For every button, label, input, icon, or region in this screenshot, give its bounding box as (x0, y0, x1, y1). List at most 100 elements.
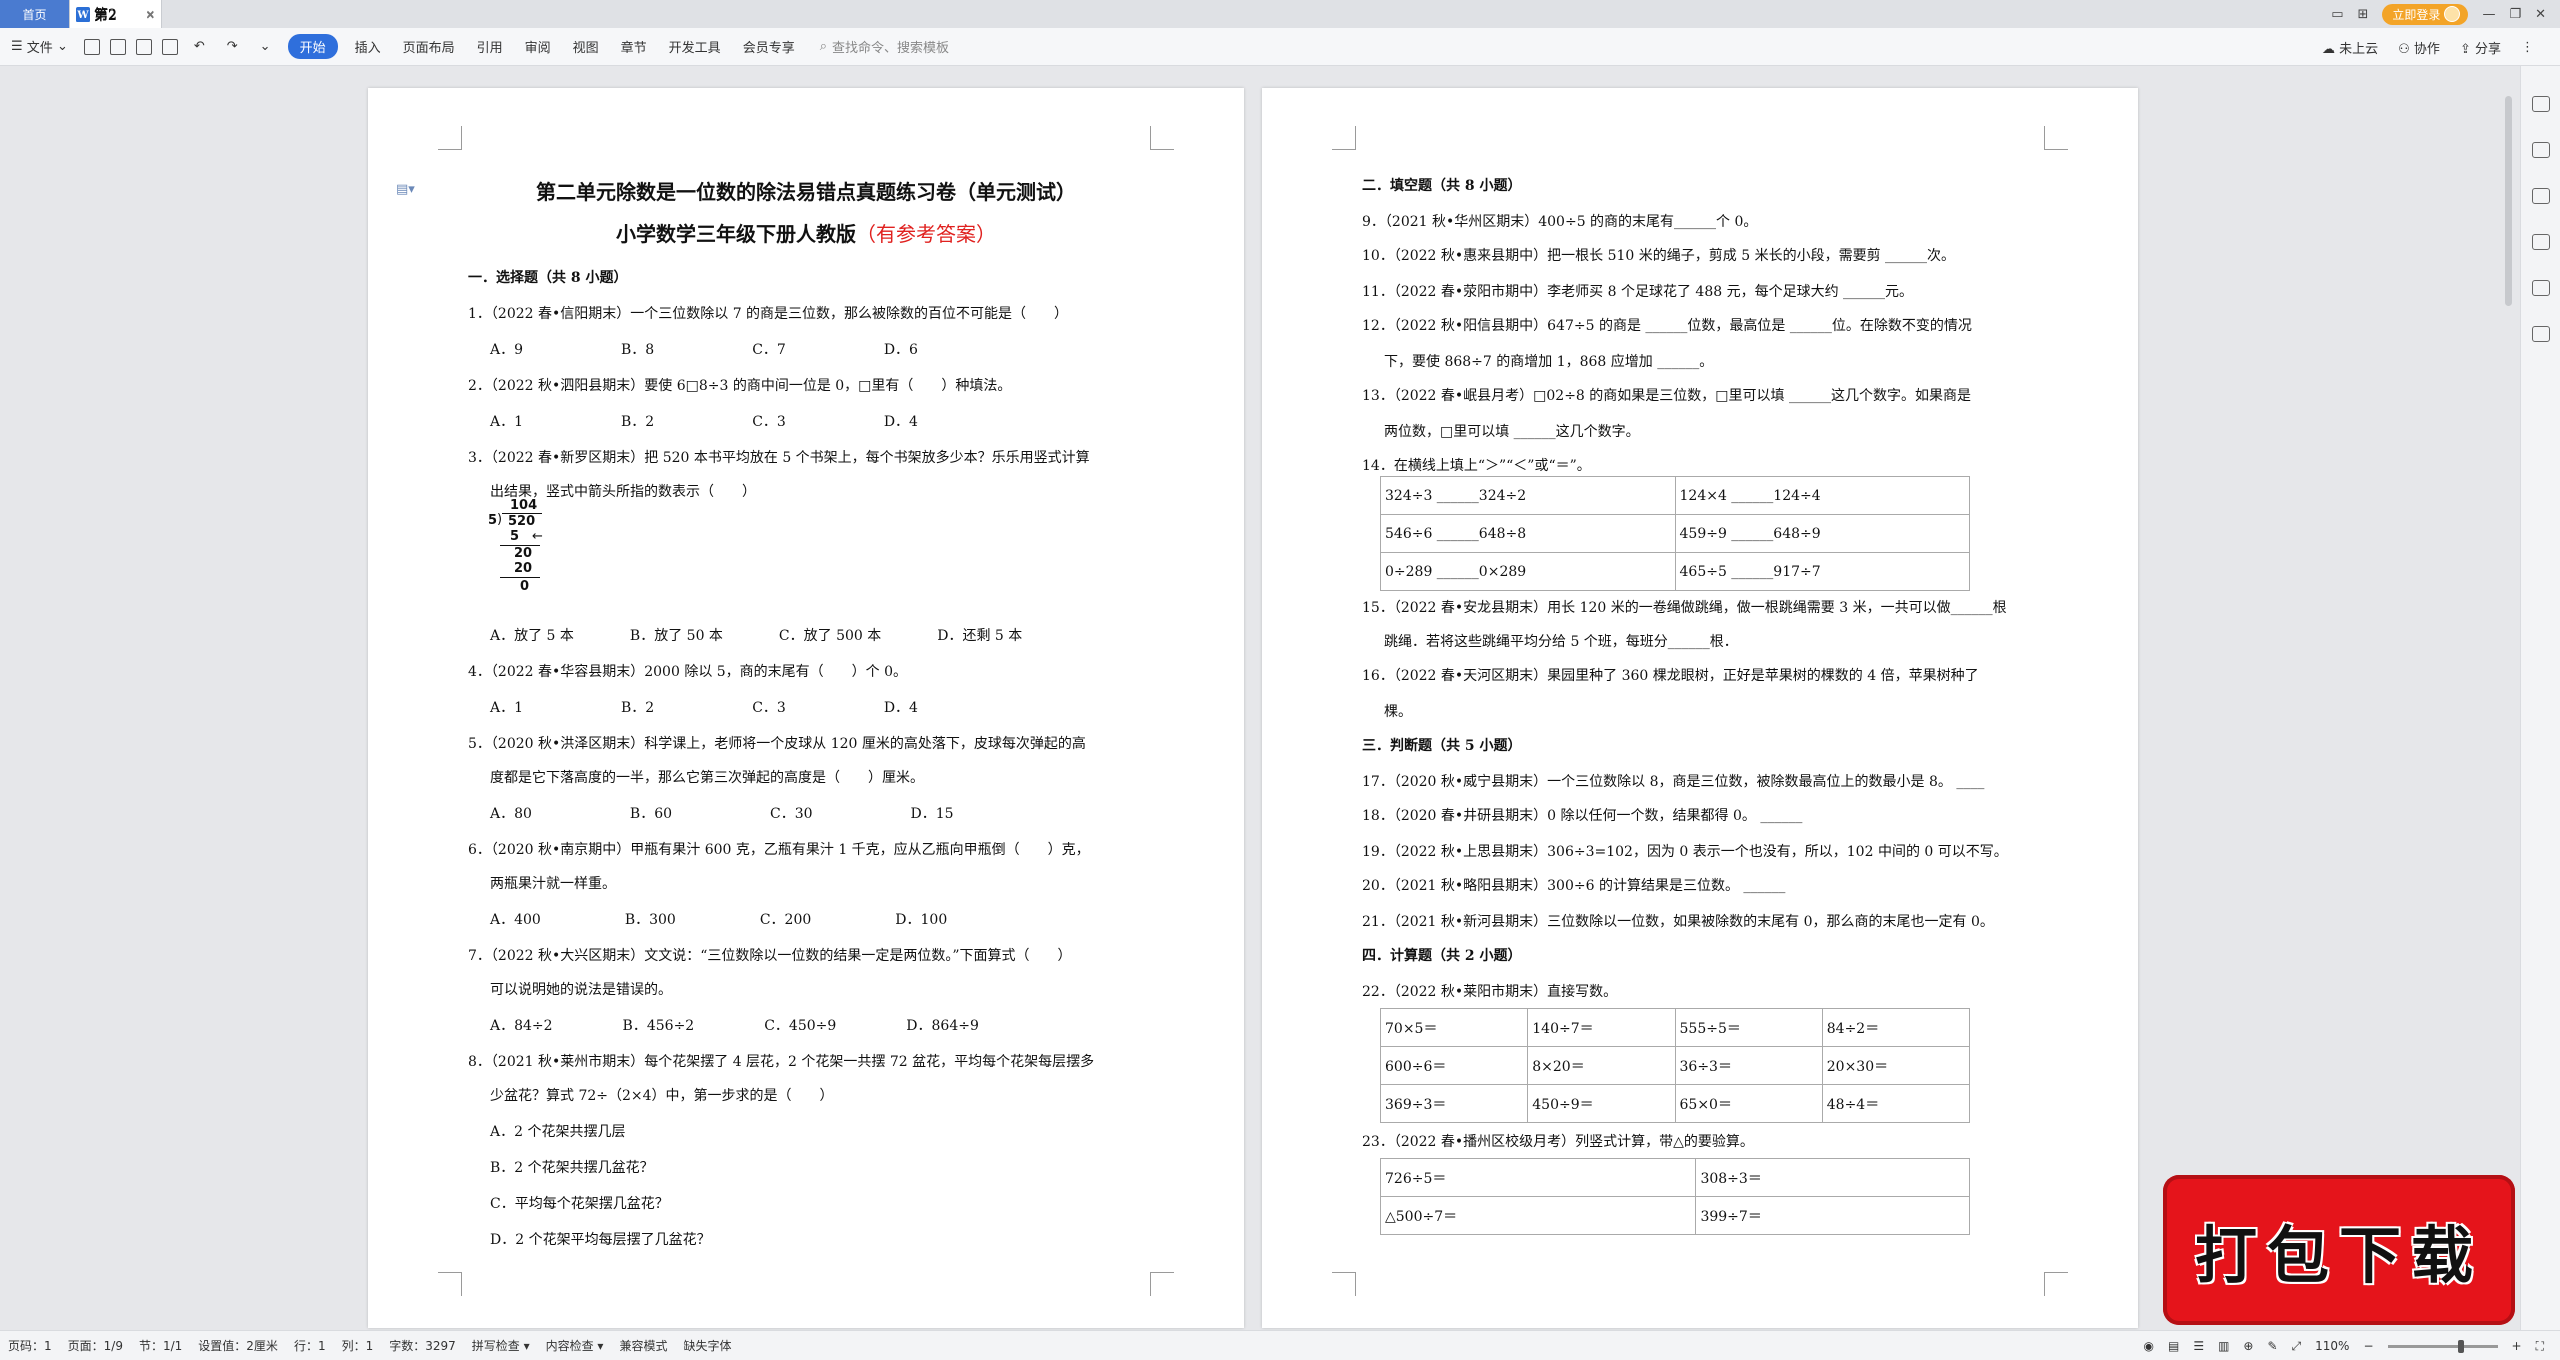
fullscreen-icon[interactable]: ⛶ (2536, 1339, 2544, 1354)
zoom-out-icon[interactable]: − (2363, 1339, 2373, 1353)
table-cell: 600÷6＝ (1379, 1046, 1529, 1085)
save-icon[interactable] (83, 38, 100, 55)
zoom-knob[interactable] (2457, 1339, 2464, 1353)
web-view-icon[interactable]: ⊕ (2243, 1339, 2253, 1353)
ribbon-tab[interactable]: 开始 (287, 34, 338, 59)
doc-line: 17．（2020 秋•威宁县期末）一个三位数除以 8，商是三位数，被除数最高位上… (1362, 774, 1985, 790)
share-button[interactable]: ⇪ 分享 (2460, 38, 2501, 57)
quick-access-dropdown-icon[interactable]: ⌄ (249, 39, 282, 54)
doc-line: A．1 B．2 C．3 D．4 (490, 700, 918, 716)
minimize-icon[interactable]: — (2482, 7, 2495, 22)
status-item: 字数：3297 (389, 1339, 456, 1353)
status-item[interactable]: 兼容模式 (611, 1337, 675, 1354)
zoom-in-icon[interactable]: + (2512, 1339, 2522, 1353)
download-bundle-banner[interactable]: 打包下载 (2163, 1175, 2515, 1325)
restore-icon[interactable]: ❐ (2509, 7, 2521, 22)
doc-line: 22．（2022 秋•莱阳市期末）直接写数。 (1362, 984, 1618, 1000)
vertical-calc-table: 726÷5＝ 308÷3＝ △500÷7＝ 399÷7＝ (1379, 1158, 1970, 1235)
window-controls: ▭ ⊞ 立即登录 — ❐ ✕ (2331, 0, 2560, 28)
download-bundle-label: 打包下载 (2194, 1219, 2483, 1292)
avatar (2444, 6, 2461, 22)
file-menu[interactable]: ☰ 文件 ⌄ (0, 37, 79, 56)
redo-icon[interactable]: ↷ (216, 39, 249, 54)
doc-line: 15．（2022 春•安龙县期末）用长 120 米的一卷绳做跳绳，做一根跳绳需要… (1362, 600, 2007, 616)
right-tool-panel (2520, 66, 2560, 1330)
pen-view-icon[interactable]: ✎ (2267, 1339, 2277, 1353)
ribbon-tab[interactable]: 审阅 (514, 37, 562, 56)
collab-label: 协作 (2413, 41, 2440, 57)
command-search[interactable]: ⌕ 查找命令、搜索模板 (820, 37, 949, 56)
zoom-slider[interactable] (2387, 1339, 2498, 1353)
login-button[interactable]: 立即登录 (2382, 3, 2469, 25)
reading-view-icon[interactable]: ▥ (2218, 1339, 2229, 1353)
cloud-status[interactable]: ☁ 未上云 (2322, 38, 2378, 57)
search-icon: ⌕ (819, 39, 827, 54)
login-label: 立即登录 (2392, 7, 2441, 22)
page-1[interactable]: ▤▾ 第二单元除数是一位数的除法易错点真题练习卷（单元测试） 小学数学三年级下册… (368, 88, 1244, 1328)
ribbon-toolbar: ☰ 文件 ⌄ ↶ ↷ ⌄ 开始 插入 页面布局 引用 审阅 视图 章节 开发工具 会员专享 ⌕ 查… (0, 28, 2560, 66)
collab-button[interactable]: ⚇ 协作 (2398, 38, 2440, 57)
ribbon-tab[interactable]: 会员专享 (732, 37, 806, 56)
table-cell: △500÷7＝ (1379, 1196, 1697, 1235)
table-cell: 369÷3＝ (1379, 1084, 1529, 1123)
image-icon[interactable] (2531, 234, 2550, 250)
doc-line: A．2 个花架共摆几层 (490, 1124, 626, 1140)
doc-line: 12．（2022 秋•阳信县期中）647÷5 的商是 ______位数，最高位是… (1362, 318, 1972, 334)
status-item[interactable]: 拼写检查 ▾ (464, 1337, 538, 1354)
division-step-1: 5 (510, 529, 520, 544)
zoom-level[interactable]: 110% (2315, 1339, 2349, 1353)
page-view-icon[interactable]: ▤ (2168, 1339, 2179, 1353)
doc-line: 6．（2020 秋•南京期中）甲瓶有果汁 600 克，乙瓶有果汁 1 千克，应从… (468, 842, 1090, 858)
page-2[interactable]: 二．填空题（共 8 小题） 9．（2021 秋•华州区期末）400÷5 的商的末尾… (1262, 88, 2138, 1328)
doc-line: 16．（2022 春•天河区期末）果园里种了 360 棵龙眼树，正好是苹果树的棵… (1362, 668, 1979, 684)
eye-icon[interactable]: ◉ (2143, 1339, 2153, 1353)
apps-grid-icon[interactable]: ⊞ (2358, 7, 2369, 22)
table-cell: 70×5＝ (1379, 1008, 1529, 1047)
status-item: 设置值：2厘米 (198, 1339, 278, 1353)
tab-home[interactable]: 首页 (0, 0, 70, 28)
status-item: 行：1 (293, 1339, 326, 1353)
ribbon-tab[interactable]: 章节 (610, 37, 658, 56)
ribbon-tab[interactable]: 开发工具 (658, 37, 732, 56)
close-icon[interactable]: ✕ (2535, 7, 2546, 22)
table-cell: 465÷5 ______917÷7 (1674, 552, 1970, 591)
adjust-icon[interactable] (2531, 188, 2550, 204)
status-item[interactable]: 内容检查 ▾ (538, 1337, 612, 1354)
more-icon[interactable]: ⋮ (2521, 40, 2534, 55)
tab-document[interactable]: W 第2 ✕ (70, 2, 162, 28)
print-icon[interactable] (135, 38, 152, 55)
table-cell: 124×4 ______124÷4 (1674, 476, 1970, 515)
table-cell: 8×20＝ (1527, 1046, 1676, 1085)
table-cell: 450÷9＝ (1527, 1084, 1676, 1123)
vertical-scrollbar[interactable] (2503, 74, 2515, 1324)
search-placeholder: 查找命令、搜索模板 (831, 41, 949, 56)
preview-icon[interactable] (161, 38, 178, 55)
tab-close-icon[interactable]: ✕ (146, 9, 155, 22)
status-item[interactable]: 缺失字体 (675, 1337, 739, 1354)
outline-view-icon[interactable]: ☰ (2193, 1339, 2204, 1353)
share-icon: ⇪ (2459, 41, 2471, 57)
doc-line: 23．（2022 春•播州区校级月考）列竖式计算，带△的要验算。 (1362, 1134, 1754, 1150)
doc-line: C．平均每个花架摆几盆花？ (490, 1196, 669, 1212)
doc-line: 7．（2022 秋•大兴区期末）文文说：“三位数除以一位数的结果一定是两位数。”… (468, 948, 1072, 964)
ribbon-tab[interactable]: 页面布局 (392, 37, 466, 56)
doc-line: 一．选择题（共 8 小题） (468, 270, 628, 286)
export-icon[interactable] (109, 38, 126, 55)
doc-line: 度都是它下落高度的一半，那么它第三次弹起的高度是（ ）厘米。 (490, 770, 924, 786)
ribbon-tab[interactable]: 引用 (466, 37, 514, 56)
pointer-icon[interactable] (2531, 142, 2550, 158)
doc-line: 19．（2022 秋•上思县期末）306÷3=102，因为 0 表示一个也没有，… (1362, 844, 2008, 860)
undo-icon[interactable]: ↶ (183, 39, 216, 54)
doc-line: D．2 个花架平均每层摆了几盆花？ (490, 1232, 711, 1248)
document-canvas[interactable]: ▤▾ 第二单元除数是一位数的除法易错点真题练习卷（单元测试） 小学数学三年级下册… (0, 66, 2520, 1330)
layout-icon[interactable]: ▭ (2331, 7, 2343, 22)
location-icon[interactable] (2531, 280, 2550, 296)
table-cell: 20×30＝ (1821, 1046, 1971, 1085)
fit-icon[interactable]: ⤢ (2292, 1339, 2302, 1354)
book-icon[interactable] (2531, 326, 2550, 342)
pen-icon[interactable] (2531, 96, 2550, 112)
ribbon-tab[interactable]: 插入 (344, 37, 392, 56)
scroll-thumb[interactable] (2505, 96, 2512, 306)
ribbon-tab[interactable]: 视图 (562, 37, 610, 56)
doc-line: 3．（2022 春•新罗区期末）把 520 本书平均放在 5 个书架上，每个书架… (468, 450, 1090, 466)
